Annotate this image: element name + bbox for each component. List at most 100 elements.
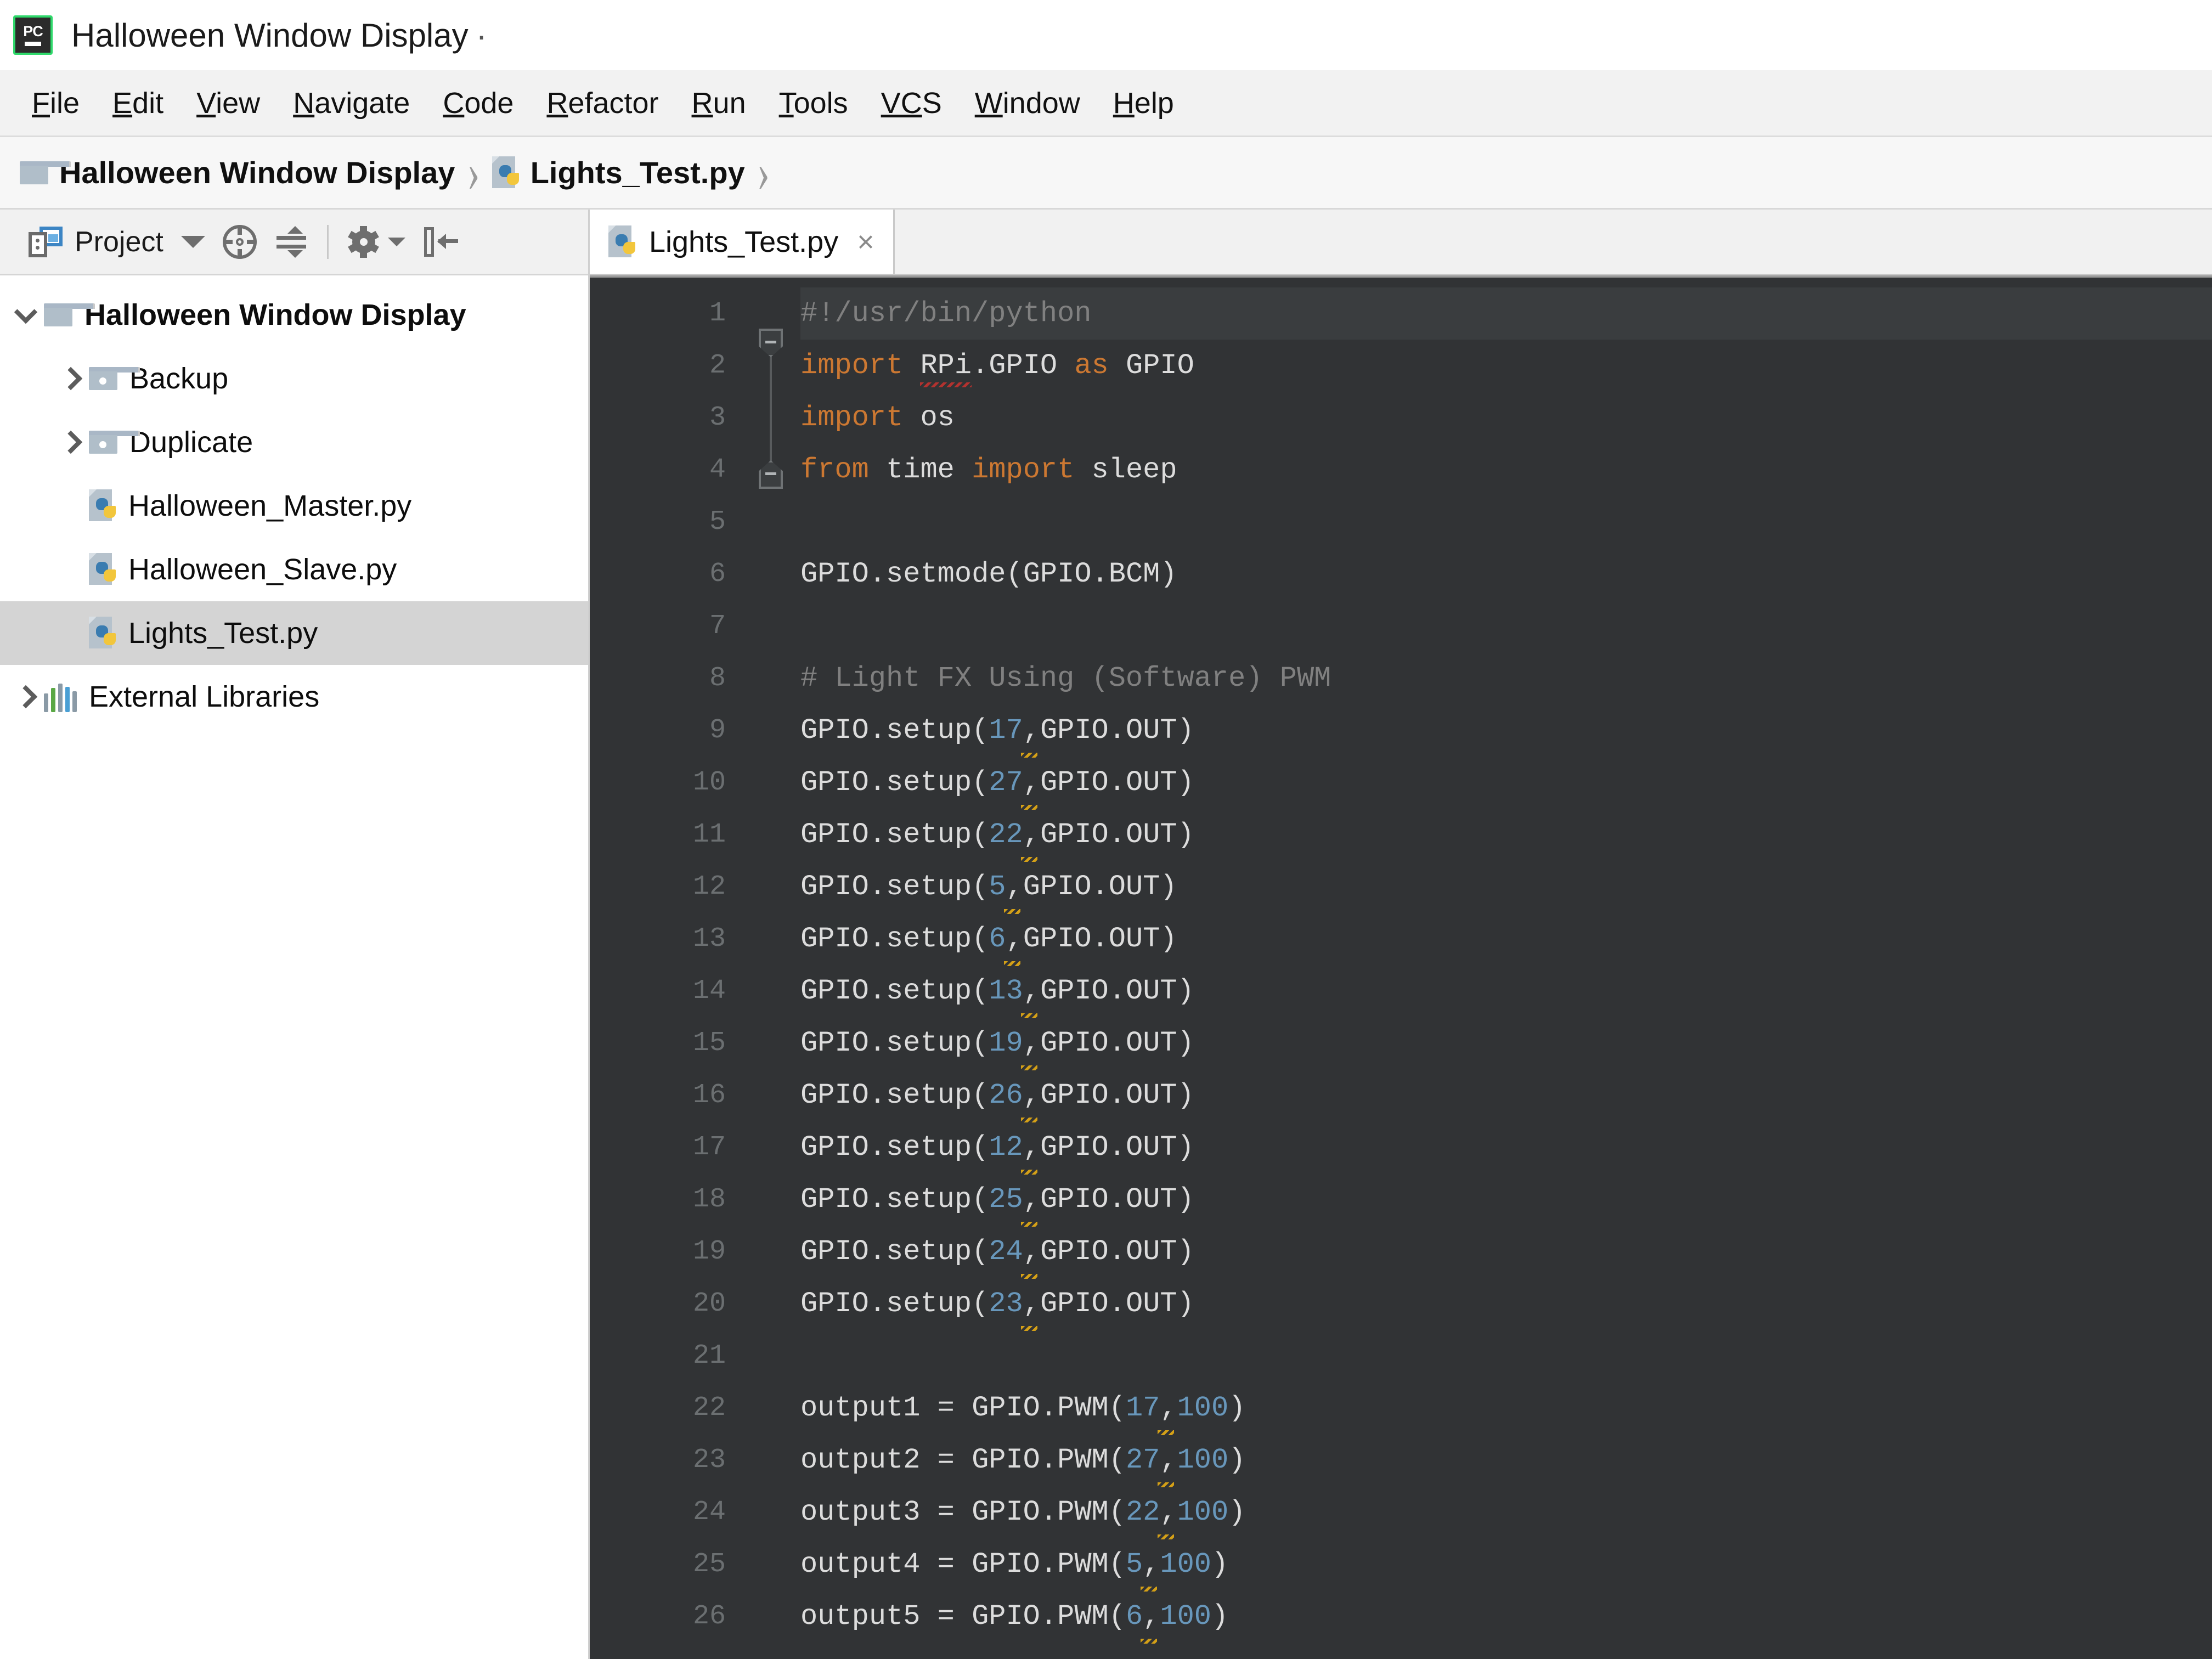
code-content[interactable]: #!/usr/bin/python import RPi.GPIO as GPIO… (786, 278, 2212, 1659)
line-number: 23 (692, 1444, 726, 1476)
code-line[interactable]: GPIO.setup(6,GPIO.OUT) (800, 913, 2212, 966)
line-number: 20 (692, 1288, 726, 1319)
folder-icon (44, 303, 95, 326)
breadcrumb-separator: › (467, 140, 480, 204)
folder-icon (89, 367, 140, 390)
code-line[interactable]: output4 = GPIO.PWM(5,100) (800, 1538, 2212, 1592)
code-line[interactable] (800, 496, 2212, 548)
menu-item-run[interactable]: Run (675, 83, 763, 123)
line-number: 18 (692, 1184, 726, 1215)
tree-item-external-libraries[interactable]: External Libraries (0, 665, 588, 729)
tree-toggle[interactable] (8, 685, 44, 709)
tab-bar-filler (894, 210, 2212, 274)
code-line[interactable]: output1 = GPIO.PWM(17,100) (800, 1382, 2212, 1435)
tree-item-backup[interactable]: Backup (0, 347, 588, 410)
code-line[interactable]: # Light FX Using (Software) PWM (800, 652, 2212, 704)
line-number: 15 (692, 1028, 726, 1059)
tree-item-halloween-master-py[interactable]: Halloween_Master.py (0, 474, 588, 538)
chevron-right-icon[interactable] (59, 366, 83, 391)
tree-toggle[interactable] (53, 366, 89, 391)
code-line[interactable]: output2 = GPIO.PWM(27,100) (800, 1434, 2212, 1487)
tree-item-label: Duplicate (129, 426, 253, 459)
code-line[interactable]: GPIO.setup(22,GPIO.OUT) (800, 809, 2212, 862)
hide-panel-button[interactable] (414, 218, 468, 266)
code-folding-gutter[interactable] (754, 278, 786, 1659)
code-line[interactable]: GPIO.setup(12,GPIO.OUT) (800, 1121, 2212, 1175)
pycharm-logo-icon: PC (13, 15, 53, 55)
line-number: 17 (692, 1132, 726, 1163)
breadcrumb-item-project[interactable]: Halloween Window Display (20, 155, 455, 190)
line-number: 16 (692, 1080, 726, 1111)
tree-item-halloween-slave-py[interactable]: Halloween_Slave.py (0, 538, 588, 601)
tree-item-duplicate[interactable]: Duplicate (0, 410, 588, 474)
folder-icon (20, 161, 71, 184)
code-line[interactable]: GPIO.setup(24,GPIO.OUT) (800, 1226, 2212, 1279)
line-number: 21 (692, 1340, 726, 1372)
close-icon[interactable]: × (857, 225, 874, 259)
breadcrumb-item-file[interactable]: Lights_Test.py (492, 155, 745, 190)
menu-item-navigate[interactable]: Navigate (276, 83, 426, 123)
main-content: Project Halloween Window Display Backup … (0, 210, 2212, 1659)
pycharm-window: PC Halloween Window Display · File Edit Vi… (0, 0, 2212, 1659)
menu-item-window[interactable]: Window (958, 83, 1097, 123)
code-line[interactable] (800, 600, 2212, 652)
tree-toggle[interactable] (53, 430, 89, 454)
code-line[interactable]: GPIO.setup(17,GPIO.OUT) (800, 704, 2212, 758)
project-sidebar: Project Halloween Window Display Backup … (0, 210, 590, 1659)
code-line[interactable]: import RPi.GPIO as GPIO (800, 340, 2212, 392)
code-line[interactable]: GPIO.setup(26,GPIO.OUT) (800, 1069, 2212, 1122)
menu-item-vcs[interactable]: VCS (865, 83, 958, 123)
locate-file-button[interactable] (214, 218, 266, 266)
project-view-selector[interactable]: Project (20, 218, 172, 266)
code-line[interactable]: output3 = GPIO.PWM(22,100) (800, 1486, 2212, 1539)
project-view-dropdown[interactable] (172, 218, 214, 266)
tree-item-lights-test-py[interactable]: Lights_Test.py (0, 601, 588, 665)
python-file-icon (89, 489, 116, 522)
pycharm-logo-bar (25, 42, 41, 46)
collapse-all-button[interactable] (266, 218, 317, 266)
menu-item-help[interactable]: Help (1097, 83, 1190, 123)
code-line[interactable]: output5 = GPIO.PWM(6,100) (800, 1590, 2212, 1644)
settings-button[interactable] (338, 218, 414, 266)
fold-region-line (770, 340, 772, 479)
tree-toggle[interactable] (8, 300, 44, 324)
menu-item-code[interactable]: Code (426, 83, 530, 123)
line-number: 1 (709, 298, 726, 329)
code-line[interactable]: import os (800, 392, 2212, 444)
tree-item-label: Halloween_Slave.py (128, 553, 397, 586)
menu-item-edit[interactable]: Edit (96, 83, 180, 123)
code-line[interactable]: GPIO.setup(25,GPIO.OUT) (800, 1173, 2212, 1227)
code-line[interactable] (800, 1330, 2212, 1382)
menu-item-tools[interactable]: Tools (763, 83, 865, 123)
code-editor[interactable]: 1 2 3 4 5 6 7 8 9 10 11 12 13 14 15 16 17 18 19 20 21 22 23 24 2… (590, 275, 2212, 1659)
menu-item-view[interactable]: View (180, 83, 276, 123)
chevron-right-icon[interactable] (14, 685, 38, 709)
title-bar: PC Halloween Window Display · (0, 0, 2212, 70)
line-number: 14 (692, 975, 726, 1007)
code-line[interactable]: from time import sleep (800, 444, 2212, 496)
code-line[interactable]: GPIO.setup(19,GPIO.OUT) (800, 1017, 2212, 1070)
chevron-right-icon[interactable] (59, 430, 83, 454)
tree-item-halloween-window-display[interactable]: Halloween Window Display (0, 283, 588, 347)
tab-lights-test[interactable]: Lights_Test.py × (590, 210, 895, 274)
code-line[interactable]: GPIO.setup(5,GPIO.OUT) (800, 861, 2212, 914)
menu-item-refactor[interactable]: Refactor (530, 83, 675, 123)
chevron-down-icon[interactable] (14, 300, 38, 324)
code-line[interactable]: #!/usr/bin/python (800, 287, 2212, 340)
line-number: 5 (709, 506, 726, 538)
tree-item-label: Backup (129, 362, 229, 395)
project-icon (29, 226, 63, 257)
collapse-all-icon (274, 225, 308, 259)
menu-item-file[interactable]: File (15, 83, 96, 123)
code-line[interactable]: GPIO.setmode(GPIO.BCM) (800, 548, 2212, 600)
tab-label: Lights_Test.py (649, 225, 839, 258)
fold-collapse-icon[interactable] (759, 329, 783, 357)
fold-collapse-icon-end[interactable] (759, 460, 783, 489)
code-line[interactable]: GPIO.setup(23,GPIO.OUT) (800, 1278, 2212, 1331)
code-line[interactable]: GPIO.setup(27,GPIO.OUT) (800, 757, 2212, 810)
line-number: 24 (692, 1497, 726, 1528)
breadcrumb-project-label: Halloween Window Display (59, 155, 455, 190)
code-line[interactable]: GPIO.setup(13,GPIO.OUT) (800, 965, 2212, 1018)
python-file-icon (89, 617, 116, 650)
editor-area: Lights_Test.py × 1 2 3 4 5 6 7 8 9 10 11 12 13 14 15 16… (590, 210, 2212, 1659)
